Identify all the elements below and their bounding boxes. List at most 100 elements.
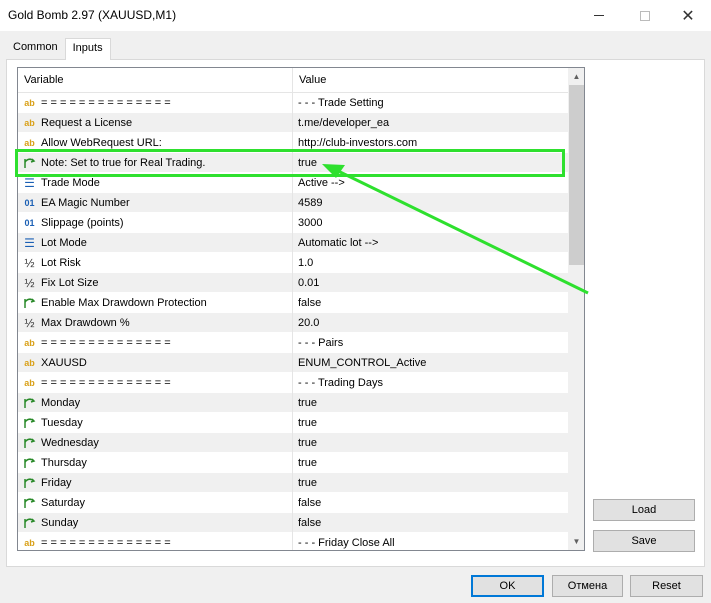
value-cell[interactable]: false <box>293 493 568 513</box>
value-cell[interactable]: 3000 <box>293 213 568 233</box>
cancel-button[interactable]: Отмена <box>552 575 623 597</box>
variable-label: Fix Lot Size <box>41 276 99 289</box>
variable-cell: ½ Max Drawdown % <box>18 312 293 333</box>
table-row[interactable]: Saturday false <box>18 492 568 513</box>
string-type-icon: ab <box>24 97 35 108</box>
table-row[interactable]: ½ Fix Lot Size 0.01 <box>18 272 568 293</box>
variable-cell: Enable Max Drawdown Protection <box>18 292 293 313</box>
variable-label: Lot Risk <box>41 256 81 269</box>
bool-type-icon <box>23 296 36 309</box>
variable-cell: ab Request a License <box>18 112 293 133</box>
bool-type-icon <box>23 496 36 509</box>
table-row[interactable]: ½ Lot Risk 1.0 <box>18 252 568 273</box>
value-cell[interactable]: t.me/developer_ea <box>293 113 568 133</box>
value-cell[interactable]: true <box>293 413 568 433</box>
value-cell[interactable]: true <box>293 453 568 473</box>
table-row[interactable]: Sunday false <box>18 512 568 533</box>
table-row[interactable]: ab = = = = = = = = = = = = = = - - - Trade… <box>18 92 568 113</box>
table-row[interactable]: 01 Slippage (points) 3000 <box>18 212 568 233</box>
value-cell[interactable]: ENUM_CONTROL_Active <box>293 353 568 373</box>
double-type-icon: ½ <box>24 315 35 330</box>
integer-type-icon: 01 <box>24 217 35 228</box>
table-row[interactable]: Friday true <box>18 472 568 493</box>
table-row[interactable]: ab = = = = = = = = = = = = = = - - - Pairs <box>18 332 568 353</box>
vertical-scrollbar[interactable]: ▲ ▼ <box>568 68 584 550</box>
inputs-grid: Variable Value ab = = = = = = = = = = = =… <box>17 67 585 551</box>
variable-cell: ab = = = = = = = = = = = = = = <box>18 332 293 353</box>
variable-cell: Saturday <box>18 492 293 513</box>
maximize-button[interactable] <box>622 0 668 31</box>
variable-label: Request a License <box>41 116 133 129</box>
save-button[interactable]: Save <box>593 530 695 552</box>
variable-cell: 01 Slippage (points) <box>18 212 293 233</box>
variable-label: = = = = = = = = = = = = = = <box>41 536 171 549</box>
table-row[interactable]: Thursday true <box>18 452 568 473</box>
variable-cell: ab = = = = = = = = = = = = = = <box>18 92 293 113</box>
variable-label: Slippage (points) <box>41 216 124 229</box>
table-row[interactable]: ab Request a License t.me/developer_ea <box>18 112 568 133</box>
bool-type-icon <box>23 516 36 529</box>
column-header-variable[interactable]: Variable <box>18 68 293 93</box>
bool-type-icon <box>23 436 36 449</box>
variable-cell: ☰ Lot Mode <box>18 232 293 253</box>
value-cell[interactable]: true <box>293 473 568 493</box>
value-cell[interactable]: - - - Trading Days <box>293 373 568 393</box>
value-cell[interactable]: true <box>293 433 568 453</box>
tab-inputs[interactable]: Inputs <box>64 38 111 60</box>
value-cell[interactable]: 20.0 <box>293 313 568 333</box>
table-row[interactable]: Wednesday true <box>18 432 568 453</box>
value-cell[interactable]: true <box>293 393 568 413</box>
variable-cell: ab = = = = = = = = = = = = = = <box>18 532 293 550</box>
variable-cell: 01 EA Magic Number <box>18 192 293 213</box>
minimize-button[interactable] <box>576 0 622 31</box>
table-row[interactable]: ab XAUUSD ENUM_CONTROL_Active <box>18 352 568 373</box>
value-cell[interactable]: - - - Friday Close All <box>293 533 568 551</box>
value-cell[interactable]: 1.0 <box>293 253 568 273</box>
table-row[interactable]: Tuesday true <box>18 412 568 433</box>
string-type-icon: ab <box>24 357 35 368</box>
close-button[interactable]: ✕ <box>665 0 711 31</box>
value-cell[interactable]: Automatic lot --> <box>293 233 568 253</box>
scroll-down-icon[interactable]: ▼ <box>568 533 584 550</box>
table-row[interactable]: ½ Max Drawdown % 20.0 <box>18 312 568 333</box>
variable-label: Wednesday <box>41 436 99 449</box>
table-row[interactable]: Monday true <box>18 392 568 413</box>
ok-button[interactable]: OK <box>471 575 544 597</box>
integer-type-icon: 01 <box>24 197 35 208</box>
table-row[interactable]: ☰ Lot Mode Automatic lot --> <box>18 232 568 253</box>
column-header-value[interactable]: Value <box>293 68 568 93</box>
string-type-icon: ab <box>24 337 35 348</box>
table-row[interactable]: ab = = = = = = = = = = = = = = - - - Frida… <box>18 532 568 551</box>
table-row[interactable]: Enable Max Drawdown Protection false <box>18 292 568 313</box>
variable-label: = = = = = = = = = = = = = = <box>41 336 171 349</box>
table-row[interactable]: ab = = = = = = = = = = = = = = - - - Tradi… <box>18 372 568 393</box>
annotation-highlight-box <box>15 149 565 177</box>
value-cell[interactable]: - - - Trade Setting <box>293 93 568 113</box>
variable-label: Friday <box>41 476 72 489</box>
value-cell[interactable]: 4589 <box>293 193 568 213</box>
value-cell[interactable]: false <box>293 513 568 533</box>
scroll-up-icon[interactable]: ▲ <box>568 68 584 85</box>
table-row[interactable]: 01 EA Magic Number 4589 <box>18 192 568 213</box>
window-title: Gold Bomb 2.97 (XAUUSD,M1) <box>8 8 177 22</box>
reset-button[interactable]: Reset <box>630 575 703 597</box>
string-type-icon: ab <box>24 537 35 548</box>
enum-type-icon: ☰ <box>24 235 35 250</box>
value-cell[interactable]: 0.01 <box>293 273 568 293</box>
variable-label: Thursday <box>41 456 87 469</box>
variable-cell: Monday <box>18 392 293 413</box>
maximize-icon <box>640 10 650 21</box>
variable-cell: Sunday <box>18 512 293 533</box>
value-cell[interactable]: false <box>293 293 568 313</box>
bool-type-icon <box>23 476 36 489</box>
load-button[interactable]: Load <box>593 499 695 521</box>
variable-label: Monday <box>41 396 81 409</box>
value-cell[interactable]: - - - Pairs <box>293 333 568 353</box>
bool-type-icon <box>23 396 36 409</box>
variable-cell: ½ Lot Risk <box>18 252 293 273</box>
tab-common[interactable]: Common <box>6 38 65 60</box>
double-type-icon: ½ <box>24 255 35 270</box>
variable-label: EA Magic Number <box>41 196 130 209</box>
scroll-thumb[interactable] <box>569 85 584 265</box>
enum-type-icon: ☰ <box>24 175 35 190</box>
